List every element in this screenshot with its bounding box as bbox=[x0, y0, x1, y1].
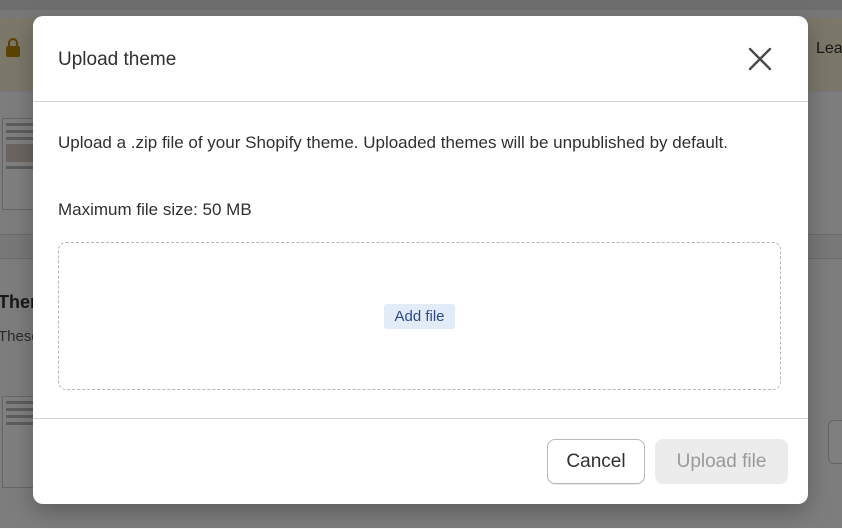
modal-footer: Cancel Upload file bbox=[33, 418, 808, 504]
upload-theme-modal: Upload theme Upload a .zip file of your … bbox=[33, 16, 808, 504]
cancel-button[interactable]: Cancel bbox=[547, 439, 645, 484]
modal-header: Upload theme bbox=[33, 16, 808, 102]
modal-body: Upload a .zip file of your Shopify theme… bbox=[33, 102, 808, 418]
max-file-size-text: Maximum file size: 50 MB bbox=[58, 200, 252, 219]
upload-file-button[interactable]: Upload file bbox=[655, 439, 788, 484]
add-file-button[interactable]: Add file bbox=[384, 303, 455, 329]
close-button[interactable] bbox=[745, 44, 775, 74]
modal-title: Upload theme bbox=[58, 49, 177, 70]
close-icon bbox=[748, 47, 772, 71]
file-dropzone[interactable]: Add file bbox=[58, 242, 781, 390]
upload-description: Upload a .zip file of your Shopify theme… bbox=[58, 133, 729, 152]
